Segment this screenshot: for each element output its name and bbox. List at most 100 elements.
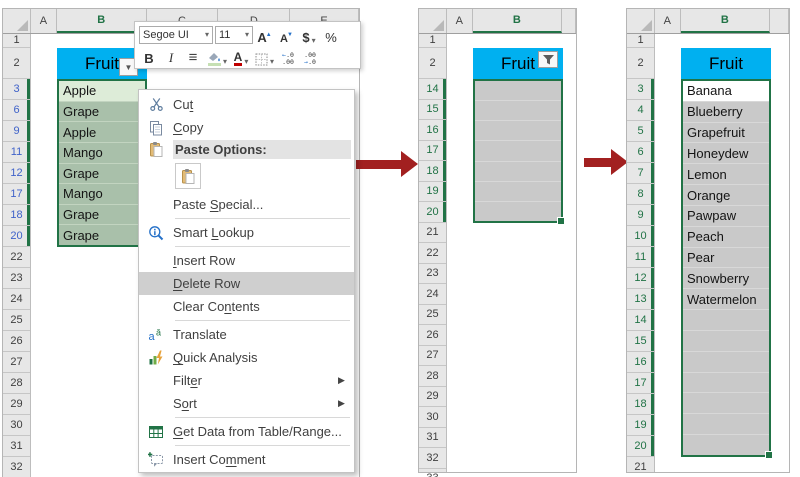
row-header-24[interactable]: 24 (3, 289, 30, 310)
cell-peach[interactable]: Peach (683, 226, 769, 248)
row-header-17[interactable]: 17 (3, 184, 30, 205)
row-header-13[interactable]: 13 (627, 289, 654, 310)
cell-apple[interactable]: Apple (59, 122, 145, 143)
cell-snowberry[interactable]: Snowberry (683, 268, 769, 290)
right-fruit-header-cell[interactable]: Fruit (681, 48, 771, 79)
row-header-16[interactable]: 16 (627, 352, 654, 373)
percent-style-button[interactable]: % (321, 25, 341, 45)
row-header-3[interactable]: 3 (3, 79, 30, 100)
row-header-11[interactable]: 11 (627, 247, 654, 268)
menu-item-delete-row[interactable]: Delete Row (139, 272, 354, 295)
column-header-B[interactable]: B (472, 9, 563, 33)
decrease-font-size-icon[interactable]: A ▼ (277, 25, 297, 45)
menu-item-sort[interactable]: Sort ▶ (139, 392, 354, 415)
row-header-30[interactable]: 30 (3, 415, 30, 436)
row-header-18[interactable]: 18 (627, 394, 654, 415)
menu-item-quick-analysis[interactable]: Quick Analysis (139, 346, 354, 369)
row-header-32[interactable]: 32 (3, 457, 30, 477)
row-header-22[interactable]: 22 (419, 243, 446, 264)
row-header-19[interactable]: 19 (627, 415, 654, 436)
increase-font-size-icon[interactable]: A ▲ (255, 25, 275, 45)
row-header-20[interactable]: 20 (627, 436, 654, 457)
cell-empty[interactable] (683, 372, 769, 394)
row-header-12[interactable]: 12 (3, 163, 30, 184)
font-color-button[interactable]: A ▾ (231, 46, 251, 66)
fill-handle[interactable] (765, 451, 773, 459)
cell-pawpaw[interactable]: Pawpaw (683, 205, 769, 227)
row-header-7[interactable]: 7 (627, 163, 654, 184)
row-header-29[interactable]: 29 (419, 387, 446, 407)
cell-mango[interactable]: Mango (59, 142, 145, 164)
row-header-21[interactable]: 21 (419, 223, 446, 243)
right-selected-range[interactable]: Banana Blueberry Grapefruit Honeydew Lemon Or… (681, 79, 773, 459)
column-header-A[interactable]: A (31, 9, 57, 33)
fill-handle[interactable] (557, 217, 565, 225)
row-header-20[interactable]: 20 (419, 202, 446, 223)
cell-empty[interactable] (683, 310, 769, 331)
row-header-27[interactable]: 27 (3, 352, 30, 373)
cell-lemon[interactable]: Lemon (683, 164, 769, 186)
row-header-12[interactable]: 12 (627, 268, 654, 289)
menu-item-paste-special[interactable]: Paste Special... (139, 193, 354, 216)
row-header-2[interactable]: 2 (3, 48, 30, 79)
cell-orange[interactable]: Orange (683, 185, 769, 206)
cell-banana[interactable]: Banana (683, 81, 769, 102)
row-header-26[interactable]: 26 (419, 325, 446, 346)
menu-item-filter[interactable]: Filter ▶ (139, 369, 354, 392)
increase-decimal-icon[interactable]: ←.0.00 (278, 46, 298, 66)
column-header-blank[interactable] (562, 9, 577, 33)
menu-item-translate[interactable]: a ǎ Translate (139, 323, 354, 346)
row-header-15[interactable]: 15 (627, 331, 654, 352)
cell-empty[interactable] (475, 141, 561, 162)
row-header-10[interactable]: 10 (627, 226, 654, 247)
row-header-31[interactable]: 31 (3, 436, 30, 457)
cell-empty[interactable] (683, 351, 769, 373)
menu-item-cut[interactable]: Cut (139, 93, 354, 116)
row-header-2[interactable]: 2 (419, 48, 446, 79)
cell-blueberry[interactable]: Blueberry (683, 101, 769, 123)
cell-empty[interactable] (475, 121, 561, 142)
row-header-33[interactable]: 33 (419, 469, 446, 477)
middle-selected-range[interactable] (473, 79, 565, 225)
cell-grape[interactable]: Grape (59, 101, 145, 123)
bold-button[interactable]: B (139, 46, 159, 66)
column-header-blank[interactable] (770, 9, 789, 33)
row-header-27[interactable]: 27 (419, 346, 446, 366)
row-header-17[interactable]: 17 (627, 373, 654, 394)
row-header-9[interactable]: 9 (3, 121, 30, 142)
filter-applied-button[interactable] (538, 51, 558, 68)
fill-color-button[interactable]: ▾ (205, 46, 229, 66)
column-header-B[interactable]: B (680, 9, 771, 33)
menu-item-insert-comment[interactable]: Insert Comment (139, 448, 354, 471)
font-name-select[interactable]: Segoe UI ▾ (139, 25, 213, 44)
column-header-A[interactable]: A (655, 9, 681, 33)
row-header-23[interactable]: 23 (419, 264, 446, 284)
cell-empty[interactable] (475, 181, 561, 202)
decrease-decimal-icon[interactable]: .00 →.0 (300, 46, 320, 66)
row-header-15[interactable]: 15 (419, 100, 446, 120)
row-header-1[interactable]: 1 (419, 33, 446, 48)
row-header-26[interactable]: 26 (3, 331, 30, 352)
row-header-31[interactable]: 31 (419, 428, 446, 448)
column-header-A[interactable]: A (447, 9, 473, 33)
accounting-format-button[interactable]: $ ▾ (299, 25, 319, 45)
cell-empty[interactable] (475, 161, 561, 182)
row-header-1[interactable]: 1 (3, 33, 30, 48)
select-all-corner[interactable] (627, 9, 655, 33)
menu-item-get-data-from-table-range[interactable]: Get Data from Table/Range... (139, 420, 354, 443)
cell-empty[interactable] (683, 330, 769, 352)
cell-apple[interactable]: Apple (59, 81, 145, 102)
row-header-1[interactable]: 1 (627, 33, 654, 48)
row-header-19[interactable]: 19 (419, 182, 446, 202)
menu-item-insert-row[interactable]: Insert Row (139, 249, 354, 272)
row-header-8[interactable]: 8 (627, 184, 654, 205)
row-header-18[interactable]: 18 (419, 161, 446, 182)
row-header-14[interactable]: 14 (627, 310, 654, 331)
italic-button[interactable]: I (161, 46, 181, 66)
cell-honeydew[interactable]: Honeydew (683, 143, 769, 165)
row-header-17[interactable]: 17 (419, 141, 446, 161)
border-grid-button[interactable]: ▾ (253, 46, 276, 66)
row-header-16[interactable]: 16 (419, 120, 446, 141)
cell-grape[interactable]: Grape (59, 204, 145, 226)
cell-grapefruit[interactable]: Grapefruit (683, 122, 769, 144)
